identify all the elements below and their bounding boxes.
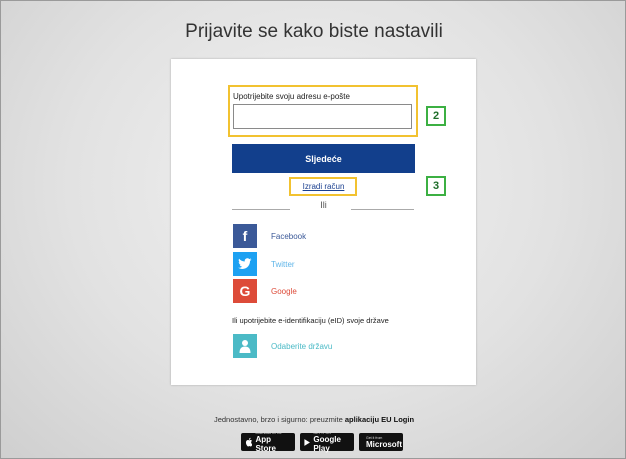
email-label: Upotrijebite svoju adresu e-pošte xyxy=(233,92,350,101)
microsoft-store-badge[interactable]: Get it from Microsoft xyxy=(359,433,403,451)
facebook-label: Facebook xyxy=(271,231,307,241)
twitter-icon xyxy=(233,252,257,276)
email-field[interactable] xyxy=(233,104,412,129)
google-icon: G xyxy=(233,279,257,303)
app-store-big-text: App Store xyxy=(255,435,276,453)
twitter-login-button[interactable]: Twitter xyxy=(233,252,295,276)
twitter-label: Twitter xyxy=(271,259,295,269)
app-store-badge[interactable]: Download on the App Store xyxy=(241,431,295,453)
google-play-icon xyxy=(304,438,310,446)
facebook-login-button[interactable]: f Facebook xyxy=(233,224,306,248)
google-play-big-text: Google Play xyxy=(313,435,341,453)
footer-promo-text: Jednostavno, brzo i sigurno: preuzmite a… xyxy=(1,415,625,424)
callout-2: 2 xyxy=(426,106,446,126)
next-button[interactable]: Sljedeće xyxy=(232,144,415,173)
eid-description: Ili upotrijebite e-identifikaciju (eID) … xyxy=(232,316,389,325)
person-icon xyxy=(233,334,257,358)
page-title: Prijavite se kako biste nastavili xyxy=(185,21,443,42)
callout-3: 3 xyxy=(426,176,446,196)
or-separator: Ili xyxy=(320,200,327,210)
choose-country-label: Odaberite državu xyxy=(271,341,333,351)
facebook-icon: f xyxy=(233,224,257,248)
choose-country-button[interactable]: Odaberite državu xyxy=(233,334,332,358)
footer-text-bold: aplikaciju EU Login xyxy=(344,415,415,424)
google-label: Google xyxy=(271,286,297,296)
google-play-badge[interactable]: GET IT ON Google Play xyxy=(300,431,354,453)
footer-text-prefix: Jednostavno, brzo i sigurno: preuzmite xyxy=(213,415,345,424)
microsoft-big-text: Microsoft xyxy=(366,439,402,449)
apple-icon xyxy=(245,437,253,447)
google-login-button[interactable]: G Google xyxy=(233,279,297,303)
screenshot-frame: Prijavite se kako biste nastavili Upotri… xyxy=(0,0,626,459)
